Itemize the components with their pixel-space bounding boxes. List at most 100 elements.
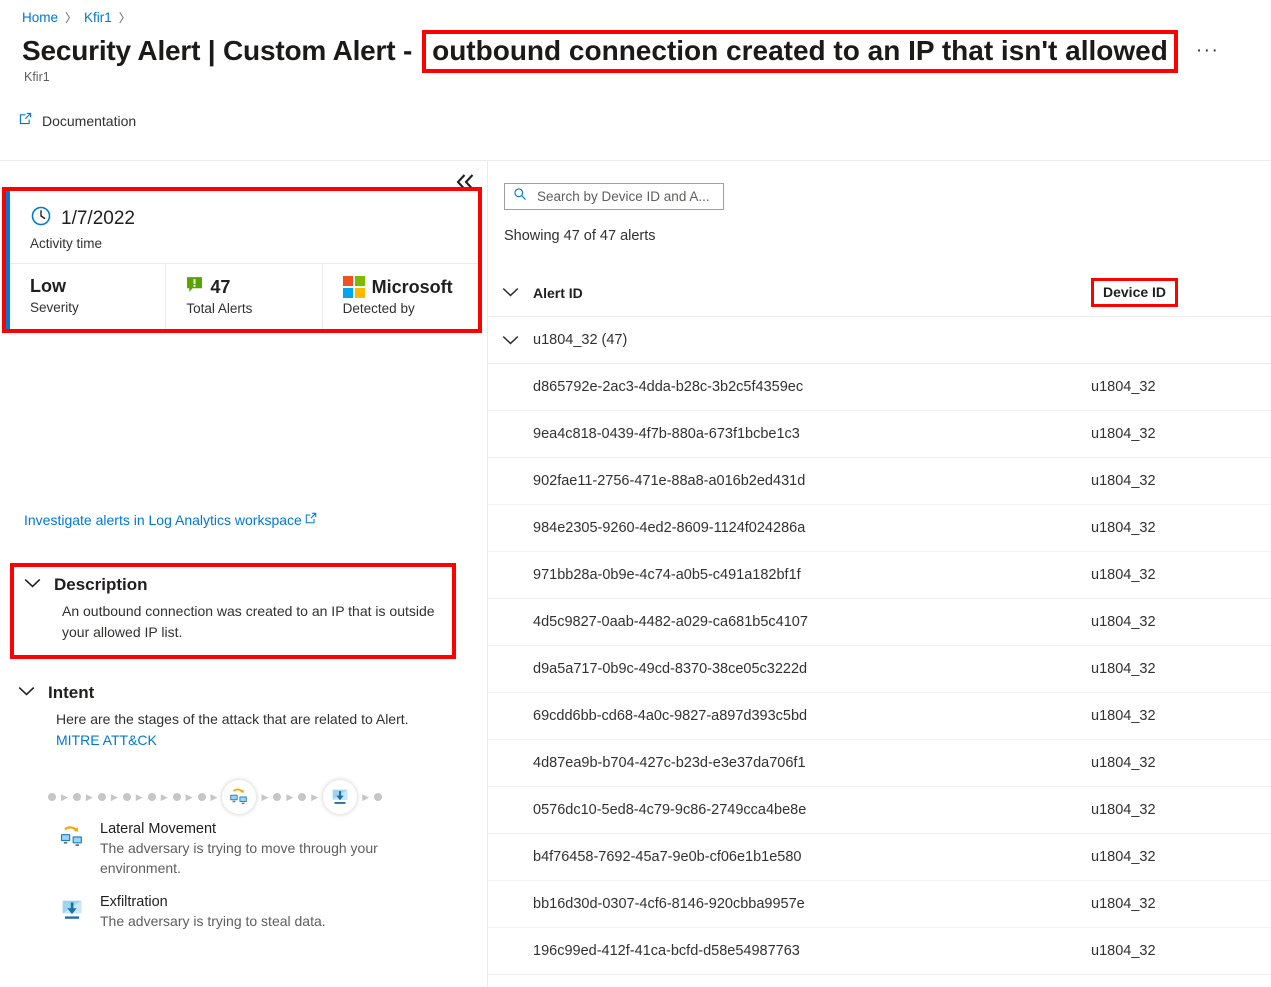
cell-alert-id: 902fae11-2756-471e-88a8-a016b2ed431d — [533, 473, 806, 489]
table-row[interactable]: 971bb28a-0b9e-4c74-a0b5-c491a182bf1f u180… — [488, 552, 1271, 599]
alerts-table: Alert ID Device ID u1804_32 (47) d865792… — [488, 278, 1271, 975]
timeline-node-lateral-movement[interactable] — [222, 780, 257, 814]
page-title-highlight-box: outbound connection created to an IP tha… — [422, 29, 1178, 73]
alert-details-pane: 1/7/2022 Activity time Low Severity 47 T… — [0, 161, 488, 987]
timeline-dot — [97, 793, 106, 801]
more-options-button[interactable]: ··· — [1196, 41, 1219, 61]
timeline-dot — [298, 793, 307, 801]
breadcrumb-item-home[interactable]: Home — [22, 10, 58, 25]
timeline-dot — [48, 793, 56, 801]
alerts-rows-host: d865792e-2ac3-4dda-b28c-3b2c5f4359ec u180… — [488, 364, 1271, 975]
severity-cell: Low Severity — [10, 264, 165, 329]
activity-time-value-row: 1/7/2022 — [30, 205, 478, 233]
lateral-movement-icon — [58, 821, 88, 878]
search-icon — [513, 187, 527, 206]
stage-item-exfiltration: Exfiltration The adversary is trying to … — [58, 894, 458, 931]
timeline-dot — [72, 793, 81, 801]
total-alerts-label: Total Alerts — [186, 301, 253, 316]
alert-summary-card: 1/7/2022 Activity time Low Severity 47 T… — [2, 187, 482, 333]
timeline-arrow-icon: ▶ — [286, 791, 294, 802]
search-box[interactable] — [504, 183, 724, 210]
timeline-arrow-icon: ▶ — [85, 791, 93, 802]
group-expand-icon[interactable] — [488, 335, 533, 346]
timeline-dot — [374, 793, 383, 801]
breadcrumb-separator-icon: 〉 — [118, 11, 131, 25]
description-title: Description — [54, 575, 148, 594]
stage-text-exfiltration: Exfiltration The adversary is trying to … — [100, 894, 326, 931]
timeline-arrow-icon: ▶ — [362, 791, 370, 802]
table-row[interactable]: b4f76458-7692-45a7-9e0b-cf06e1b1e580 u180… — [488, 834, 1271, 881]
column-header-alert-id[interactable]: Alert ID — [533, 285, 1091, 301]
table-row[interactable]: 902fae11-2756-471e-88a8-a016b2ed431d u180… — [488, 458, 1271, 505]
log-analytics-link[interactable]: Investigate alerts in Log Analytics work… — [24, 511, 318, 528]
cell-alert-id: 984e2305-9260-4ed2-8609-1124f024286a — [533, 520, 806, 536]
body-split: 1/7/2022 Activity time Low Severity 47 T… — [0, 161, 1271, 987]
column-header-device-id[interactable]: Device ID — [1091, 278, 1271, 307]
stage-description: The adversary is trying to move through … — [100, 840, 378, 876]
attack-stage-list: Lateral Movement The adversary is trying… — [58, 821, 458, 947]
mitre-attack-link[interactable]: MITRE ATT&CK — [56, 732, 157, 748]
table-row[interactable]: bb16d30d-0307-4cf6-8146-920cbba9957e u180… — [488, 881, 1271, 928]
page-title-alert-name: outbound connection created to an IP tha… — [432, 34, 1168, 66]
detected-by-cell: Microsoft Detected by — [321, 264, 478, 329]
cell-device-id: u1804_32 — [1091, 661, 1156, 677]
intent-section: Intent Here are the stages of the attack… — [18, 683, 468, 751]
table-row[interactable]: d9a5a717-0b9c-49cd-8370-38ce05c3222d u180… — [488, 646, 1271, 693]
cell-device-id: u1804_32 — [1091, 426, 1156, 442]
table-row[interactable]: 196c99ed-412f-41ca-bcfd-d58e54987763 u180… — [488, 928, 1271, 975]
external-link-icon — [304, 511, 318, 528]
table-row[interactable]: 4d87ea9b-b704-427c-b23d-e3e37da706f1 u180… — [488, 740, 1271, 787]
cell-alert-id: 4d87ea9b-b704-427c-b23d-e3e37da706f1 — [533, 755, 806, 771]
cell-alert-id: d9a5a717-0b9c-49cd-8370-38ce05c3222d — [533, 661, 808, 677]
breadcrumb-separator-icon: 〉 — [65, 11, 78, 25]
total-alerts-cell: 47 Total Alerts — [165, 264, 321, 329]
cell-alert-id: b4f76458-7692-45a7-9e0b-cf06e1b1e580 — [533, 849, 802, 865]
breadcrumb-item-project[interactable]: Kfir1 — [84, 10, 112, 25]
severity-label: Severity — [30, 300, 79, 315]
total-alerts-value-row: 47 — [186, 276, 321, 298]
table-row[interactable]: 9ea4c818-0439-4f7b-880a-673f1bcbe1c3 u180… — [488, 411, 1271, 458]
expand-all-button[interactable] — [488, 287, 533, 298]
timeline-dot — [197, 793, 206, 801]
intent-body-text: Here are the stages of the attack that a… — [56, 711, 409, 727]
exfiltration-icon — [58, 894, 88, 931]
alerts-list-pane: Showing 47 of 47 alerts Alert ID Device … — [488, 161, 1271, 987]
alerts-group-row[interactable]: u1804_32 (47) — [488, 317, 1271, 364]
table-row[interactable]: 984e2305-9260-4ed2-8609-1124f024286a u180… — [488, 505, 1271, 552]
intent-title: Intent — [48, 683, 95, 702]
description-header[interactable]: Description — [24, 575, 442, 595]
timeline-arrow-icon: ▶ — [61, 791, 68, 802]
intent-header[interactable]: Intent — [18, 683, 468, 703]
external-link-icon — [18, 111, 33, 131]
cell-device-id: u1804_32 — [1091, 520, 1156, 536]
breadcrumb: Home 〉 Kfir1 〉 — [0, 0, 1271, 26]
card-metric-cells: Low Severity 47 Total Alerts Microsoft D… — [10, 263, 478, 329]
cell-alert-id: d865792e-2ac3-4dda-b28c-3b2c5f4359ec — [533, 379, 804, 395]
timeline-arrow-icon: ▶ — [311, 791, 319, 802]
timeline-arrow-icon: ▶ — [210, 791, 218, 802]
table-row[interactable]: 69cdd6bb-cd68-4a0c-9827-a897d393c5bd u180… — [488, 693, 1271, 740]
search-input[interactable] — [535, 188, 715, 205]
timeline-arrow-icon: ▶ — [160, 791, 168, 802]
stage-text-lateral-movement: Lateral Movement The adversary is trying… — [100, 821, 410, 878]
cell-device-id: u1804_32 — [1091, 849, 1156, 865]
detected-by-value-row: Microsoft — [342, 276, 478, 298]
group-label: u1804_32 (47) — [533, 332, 628, 348]
documentation-label: Documentation — [42, 113, 137, 129]
timeline-arrow-icon: ▶ — [110, 791, 118, 802]
timeline-dot — [147, 793, 156, 801]
cell-device-id: u1804_32 — [1091, 802, 1156, 818]
card-body: 1/7/2022 Activity time Low Severity 47 T… — [10, 191, 478, 329]
documentation-button[interactable]: Documentation — [18, 111, 136, 131]
table-row[interactable]: d865792e-2ac3-4dda-b28c-3b2c5f4359ec u180… — [488, 364, 1271, 411]
attack-stage-timeline: ▶ ▶ ▶ ▶ ▶ ▶ ▶ ▶ ▶ ▶ ▶ — [48, 776, 383, 818]
microsoft-logo-icon — [342, 276, 365, 298]
page-title: Security Alert | Custom Alert - — [22, 35, 413, 66]
timeline-node-exfiltration[interactable] — [323, 780, 358, 814]
intent-body: Here are the stages of the attack that a… — [56, 709, 436, 751]
table-row[interactable]: 4d5c9827-0aab-4482-a029-ca681b5c4107 u180… — [488, 599, 1271, 646]
alert-summary-card-inner: 1/7/2022 Activity time Low Severity 47 T… — [6, 191, 478, 329]
table-row[interactable]: 0576dc10-5ed8-4c79-9c86-2749cca4be8e u180… — [488, 787, 1271, 834]
alerts-table-header: Alert ID Device ID — [488, 278, 1271, 317]
page-title-row: Security Alert | Custom Alert - outbound… — [0, 26, 1271, 73]
